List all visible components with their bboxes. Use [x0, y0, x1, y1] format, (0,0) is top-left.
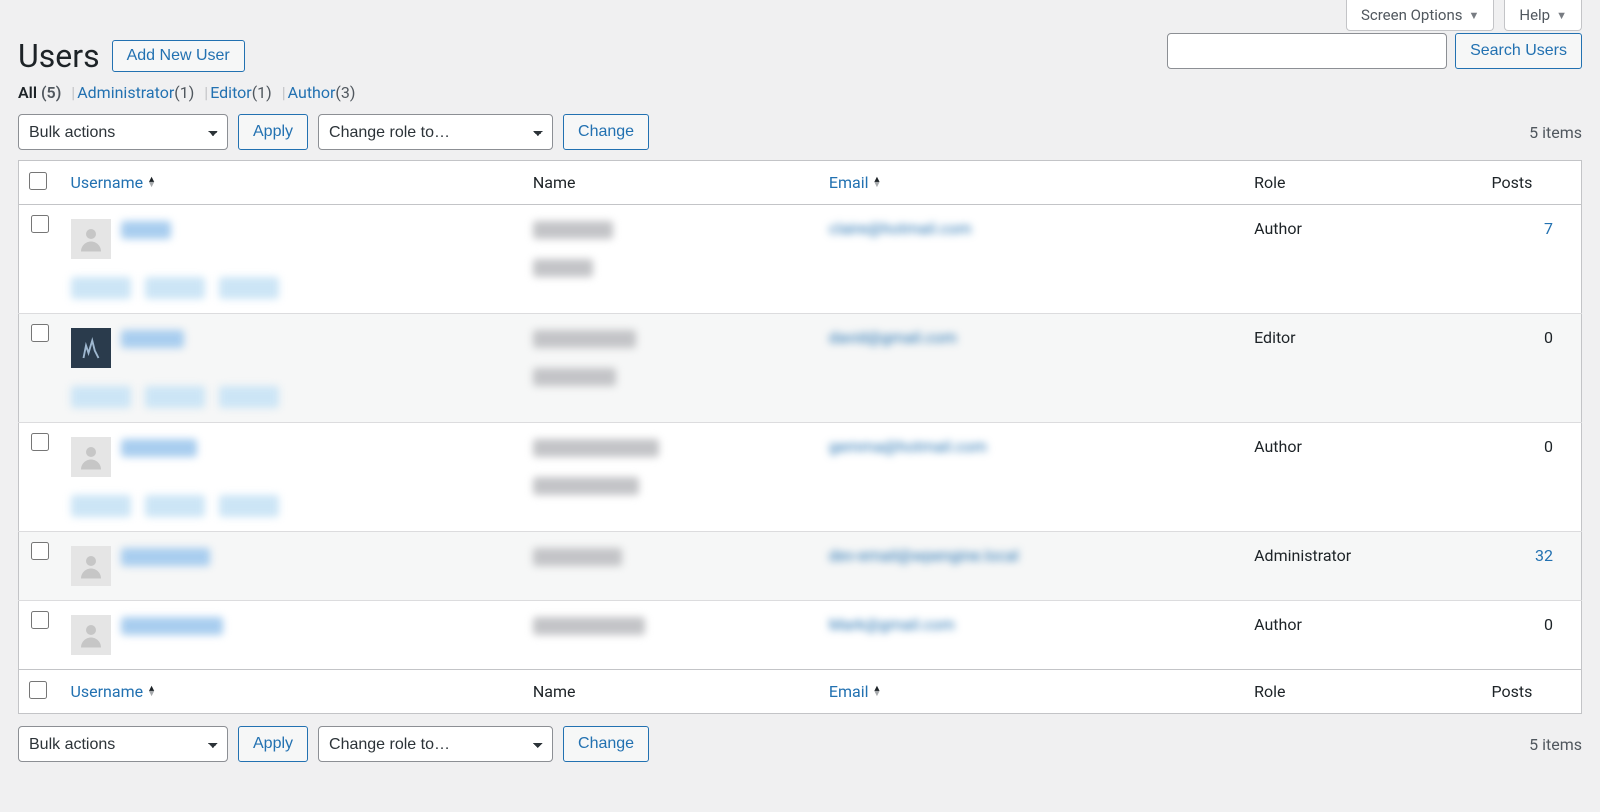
help-tab[interactable]: Help ▼	[1504, 0, 1582, 31]
col-name: Name	[523, 161, 819, 205]
role-value: Author	[1244, 601, 1481, 670]
username-link[interactable]	[121, 439, 197, 457]
screen-options-label: Screen Options	[1361, 6, 1463, 24]
posts-value: 0	[1544, 328, 1553, 347]
role-value: Administrator	[1244, 532, 1481, 601]
sort-icon: ▲▼	[873, 178, 882, 188]
table-row: dev-email@wpengine.local Administrator 32	[19, 532, 1582, 601]
row-actions	[71, 495, 513, 517]
sort-icon: ▲▼	[147, 178, 156, 188]
username-link[interactable]	[121, 221, 171, 239]
row-action[interactable]	[71, 277, 131, 299]
search-users-input[interactable]	[1167, 33, 1447, 69]
search-users-button[interactable]: Search Users	[1455, 33, 1582, 69]
col-posts-foot: Posts	[1482, 670, 1582, 714]
apply-bulk-button[interactable]: Apply	[238, 114, 308, 150]
col-posts: Posts	[1482, 161, 1582, 205]
sort-icon: ▲▼	[147, 687, 156, 697]
table-row: claire@hotmail.com Author 7	[19, 205, 1582, 314]
email-link[interactable]: Mark@gmail.com	[829, 615, 955, 634]
add-new-user-button[interactable]: Add New User	[112, 40, 245, 72]
col-email-sort[interactable]: Email▲▼	[829, 173, 882, 192]
filter-all[interactable]: All (5)	[18, 83, 61, 102]
row-action[interactable]	[219, 386, 279, 408]
change-role-button-bottom[interactable]: Change	[563, 726, 649, 762]
page-title: Users	[18, 37, 100, 75]
row-action[interactable]	[71, 495, 131, 517]
row-action[interactable]	[219, 495, 279, 517]
help-label: Help	[1519, 6, 1550, 24]
filter-author[interactable]: Author	[288, 83, 336, 102]
change-role-select[interactable]: Change role to…	[318, 114, 553, 150]
table-row: david@gmail.com Editor 0	[19, 314, 1582, 423]
change-role-select-bottom[interactable]: Change role to…	[318, 726, 553, 762]
name-extra	[533, 477, 639, 495]
row-action[interactable]	[145, 386, 205, 408]
username-link[interactable]	[121, 330, 184, 348]
chevron-down-icon: ▼	[1468, 9, 1479, 22]
avatar	[71, 219, 111, 259]
name-value	[533, 439, 659, 457]
row-actions	[71, 277, 513, 299]
row-checkbox[interactable]	[31, 215, 49, 233]
select-all-top[interactable]	[29, 172, 47, 190]
col-username-sort-foot[interactable]: Username▲▼	[71, 682, 157, 701]
items-count-top: 5 items	[1529, 123, 1582, 142]
row-action[interactable]	[219, 277, 279, 299]
sort-icon: ▲▼	[873, 687, 882, 697]
role-value: Editor	[1244, 314, 1481, 423]
col-name-foot: Name	[523, 670, 819, 714]
table-row: gemma@hotmail.com Author 0	[19, 423, 1582, 532]
col-role-foot: Role	[1244, 670, 1481, 714]
chevron-down-icon: ▼	[1556, 9, 1567, 22]
email-link[interactable]: dev-email@wpengine.local	[829, 546, 1019, 565]
filter-administrator[interactable]: Administrator	[77, 83, 174, 102]
name-value	[533, 221, 613, 239]
row-action[interactable]	[145, 495, 205, 517]
col-email-sort-foot[interactable]: Email▲▼	[829, 682, 882, 701]
name-value	[533, 330, 636, 348]
screen-options-tab[interactable]: Screen Options ▼	[1346, 0, 1494, 31]
user-filters: All (5) |Administrator (1) |Editor (1) |…	[18, 83, 1582, 102]
select-all-bottom[interactable]	[29, 681, 47, 699]
row-checkbox[interactable]	[31, 433, 49, 451]
items-count-bottom: 5 items	[1529, 735, 1582, 754]
filter-editor[interactable]: Editor	[210, 83, 251, 102]
username-link[interactable]	[121, 548, 210, 566]
posts-value: 0	[1544, 615, 1553, 634]
name-value	[533, 548, 622, 566]
change-role-button[interactable]: Change	[563, 114, 649, 150]
email-link[interactable]: gemma@hotmail.com	[829, 437, 987, 456]
role-value: Author	[1244, 423, 1481, 532]
col-role: Role	[1244, 161, 1481, 205]
row-action[interactable]	[145, 277, 205, 299]
email-link[interactable]: david@gmail.com	[829, 328, 957, 347]
username-link[interactable]	[121, 617, 223, 635]
bulk-actions-select-bottom[interactable]: Bulk actions	[18, 726, 228, 762]
table-row: Mark@gmail.com Author 0	[19, 601, 1582, 670]
avatar	[71, 546, 111, 586]
users-table: Username▲▼ Name Email▲▼ Role Posts clair…	[18, 160, 1582, 714]
posts-value: 0	[1544, 437, 1553, 456]
avatar	[71, 437, 111, 477]
role-value: Author	[1244, 205, 1481, 314]
avatar	[71, 328, 111, 368]
name-extra	[533, 368, 616, 386]
bulk-actions-select[interactable]: Bulk actions	[18, 114, 228, 150]
col-username-sort[interactable]: Username▲▼	[71, 173, 157, 192]
row-checkbox[interactable]	[31, 324, 49, 342]
posts-link[interactable]: 7	[1544, 219, 1553, 238]
row-checkbox[interactable]	[31, 611, 49, 629]
row-checkbox[interactable]	[31, 542, 49, 560]
name-extra	[533, 259, 593, 277]
apply-bulk-button-bottom[interactable]: Apply	[238, 726, 308, 762]
row-action[interactable]	[71, 386, 131, 408]
row-actions	[71, 386, 513, 408]
avatar	[71, 615, 111, 655]
email-link[interactable]: claire@hotmail.com	[829, 219, 971, 238]
name-value	[533, 617, 645, 635]
posts-link[interactable]: 32	[1535, 546, 1553, 565]
